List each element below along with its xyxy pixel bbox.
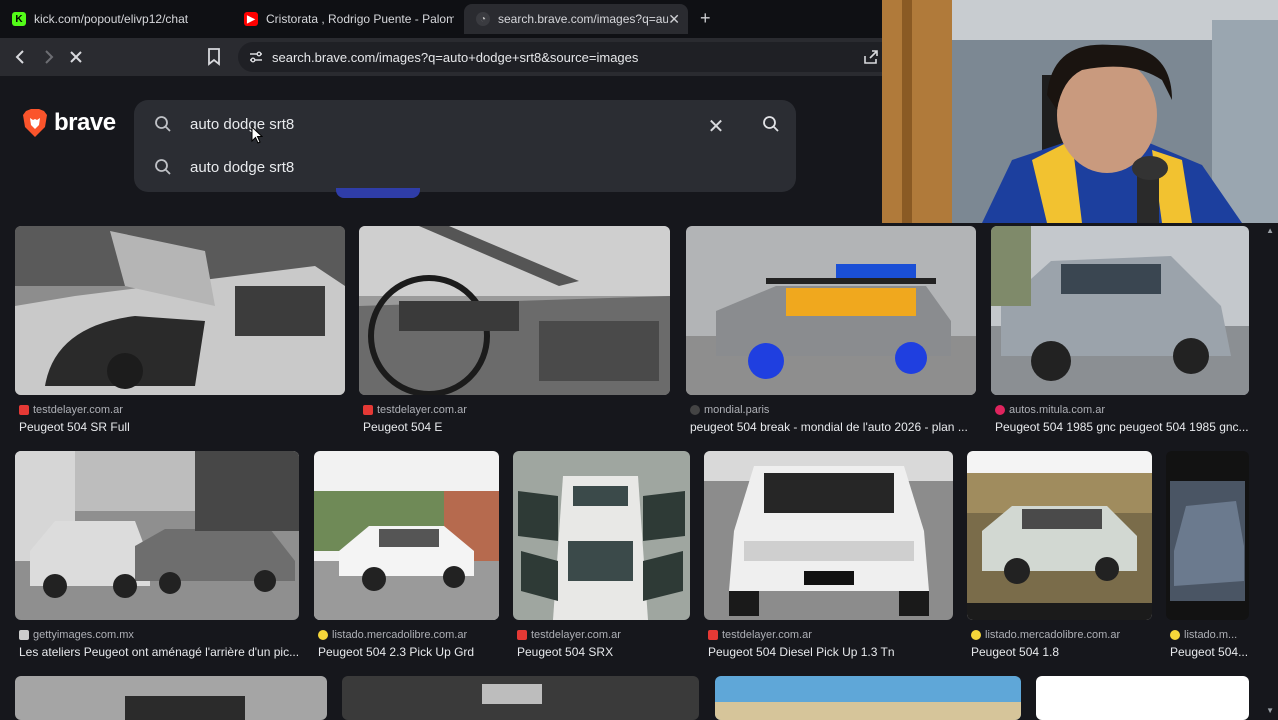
result-thumbnail xyxy=(15,676,327,720)
brave-lion-icon xyxy=(23,109,47,137)
forward-button[interactable] xyxy=(37,46,59,68)
result-thumbnail xyxy=(967,451,1152,620)
address-bar[interactable]: search.brave.com/images?q=auto+dodge+srt… xyxy=(238,42,886,72)
result-title[interactable]: peugeot 504 break - mondial de l'auto 20… xyxy=(690,420,976,434)
mouse-cursor-icon xyxy=(251,126,263,144)
result-title[interactable]: Peugeot 504 E xyxy=(363,420,670,434)
result-title[interactable]: Peugeot 504 SR Full xyxy=(19,420,345,434)
search-icon xyxy=(155,159,171,175)
suggestion-label: auto dodge srt8 xyxy=(190,159,295,176)
arrow-left-icon xyxy=(15,50,24,64)
site-favicon-icon xyxy=(363,405,373,415)
brave-search-icon: ◔ xyxy=(476,12,490,26)
back-button[interactable] xyxy=(10,46,32,68)
search-icon xyxy=(155,116,171,132)
site-favicon-icon xyxy=(19,630,29,640)
result-thumbnail xyxy=(15,226,345,395)
browser-toolbar: search.brave.com/images?q=auto+dodge+srt… xyxy=(0,38,886,76)
site-favicon-icon xyxy=(971,630,981,640)
tab-brave-search[interactable]: ◔ search.brave.com/images?q=auto ✕ xyxy=(464,4,688,34)
result-title[interactable]: Peugeot 504 1.8 xyxy=(971,645,1152,659)
result-thumbnail xyxy=(314,451,499,620)
scroll-up-arrow-icon[interactable]: ▲ xyxy=(1266,226,1274,235)
suggestion-item[interactable]: auto dodge srt8 xyxy=(134,148,796,188)
result-thumbnail xyxy=(715,676,1021,720)
site-favicon-icon xyxy=(517,630,527,640)
tab-label: kick.com/popout/elivp12/chat xyxy=(34,12,189,26)
bookmark-button[interactable] xyxy=(203,46,225,68)
result-source[interactable]: gettyimages.com.mx xyxy=(19,629,134,641)
result-title[interactable]: Peugeot 504... xyxy=(1170,645,1250,659)
result-title[interactable]: Peugeot 504 1985 gnc peugeot 504 1985 gn… xyxy=(995,420,1249,434)
result-thumbnail xyxy=(342,676,699,720)
close-tab-icon[interactable]: ✕ xyxy=(668,11,680,28)
search-box[interactable]: auto dodge srt8 ✕ auto dodge srt8 xyxy=(134,100,796,192)
result-thumbnail xyxy=(513,451,690,620)
tab-label: search.brave.com/images?q=auto xyxy=(498,12,668,26)
site-favicon-icon xyxy=(19,405,29,415)
site-favicon-icon xyxy=(708,630,718,640)
stop-loading-button[interactable] xyxy=(65,46,87,68)
brave-logo[interactable]: brave xyxy=(22,108,116,138)
result-thumbnail xyxy=(686,226,976,395)
result-thumbnail xyxy=(1036,676,1249,720)
result-source[interactable]: listado.mercadolibre.com.ar xyxy=(318,629,467,641)
brand-name: brave xyxy=(54,109,116,136)
result-source[interactable]: listado.mercadolibre.com.ar xyxy=(971,629,1120,641)
clear-search-button[interactable]: ✕ xyxy=(706,114,726,139)
result-source[interactable]: autos.mitula.com.ar xyxy=(995,404,1105,416)
search-input[interactable]: auto dodge srt8 xyxy=(190,116,294,133)
webcam-overlay xyxy=(882,0,1278,223)
result-source[interactable]: testdelayer.com.ar xyxy=(363,404,467,416)
result-thumbnail xyxy=(1166,451,1249,620)
site-favicon-icon xyxy=(995,405,1005,415)
new-tab-button[interactable]: + xyxy=(700,8,711,29)
tab-youtube-video[interactable]: ▶ Cristorata , Rodrigo Puente - Palomit xyxy=(232,4,454,34)
tab-kick-chat[interactable]: K kick.com/popout/elivp12/chat xyxy=(0,4,230,34)
result-title[interactable]: Peugeot 504 SRX xyxy=(517,645,690,659)
webcam-feed xyxy=(882,0,1278,223)
result-title[interactable]: Peugeot 504 2.3 Pick Up Grd xyxy=(318,645,499,659)
result-thumbnail xyxy=(991,226,1249,395)
share-icon[interactable] xyxy=(862,48,880,66)
result-source[interactable]: listado.m... xyxy=(1170,629,1237,641)
close-icon xyxy=(70,51,82,63)
bookmark-icon xyxy=(208,48,220,66)
result-source[interactable]: testdelayer.com.ar xyxy=(517,629,621,641)
site-favicon-icon xyxy=(690,405,700,415)
tab-strip: K kick.com/popout/elivp12/chat ▶ Cristor… xyxy=(0,0,882,38)
result-thumbnail xyxy=(704,451,953,620)
url-text: search.brave.com/images?q=auto+dodge+srt… xyxy=(272,50,639,65)
active-filter-indicator xyxy=(336,188,420,198)
tab-label: Cristorata , Rodrigo Puente - Palomit xyxy=(266,12,454,26)
kick-icon: K xyxy=(12,12,26,26)
site-favicon-icon xyxy=(1170,630,1180,640)
result-source[interactable]: mondial.paris xyxy=(690,404,769,416)
result-source[interactable]: testdelayer.com.ar xyxy=(708,629,812,641)
result-thumbnail xyxy=(359,226,670,395)
site-favicon-icon xyxy=(318,630,328,640)
youtube-icon: ▶ xyxy=(244,12,258,26)
arrow-right-icon xyxy=(45,50,54,64)
result-thumbnail xyxy=(15,451,299,620)
search-submit-icon[interactable] xyxy=(762,115,780,133)
site-settings-icon[interactable] xyxy=(248,49,264,65)
result-title[interactable]: Peugeot 504 Diesel Pick Up 1.3 Tn xyxy=(708,645,953,659)
result-source[interactable]: testdelayer.com.ar xyxy=(19,404,123,416)
scroll-down-arrow-icon[interactable]: ▼ xyxy=(1266,706,1274,715)
result-title[interactable]: Les ateliers Peugeot ont aménagé l'arriè… xyxy=(19,645,299,659)
